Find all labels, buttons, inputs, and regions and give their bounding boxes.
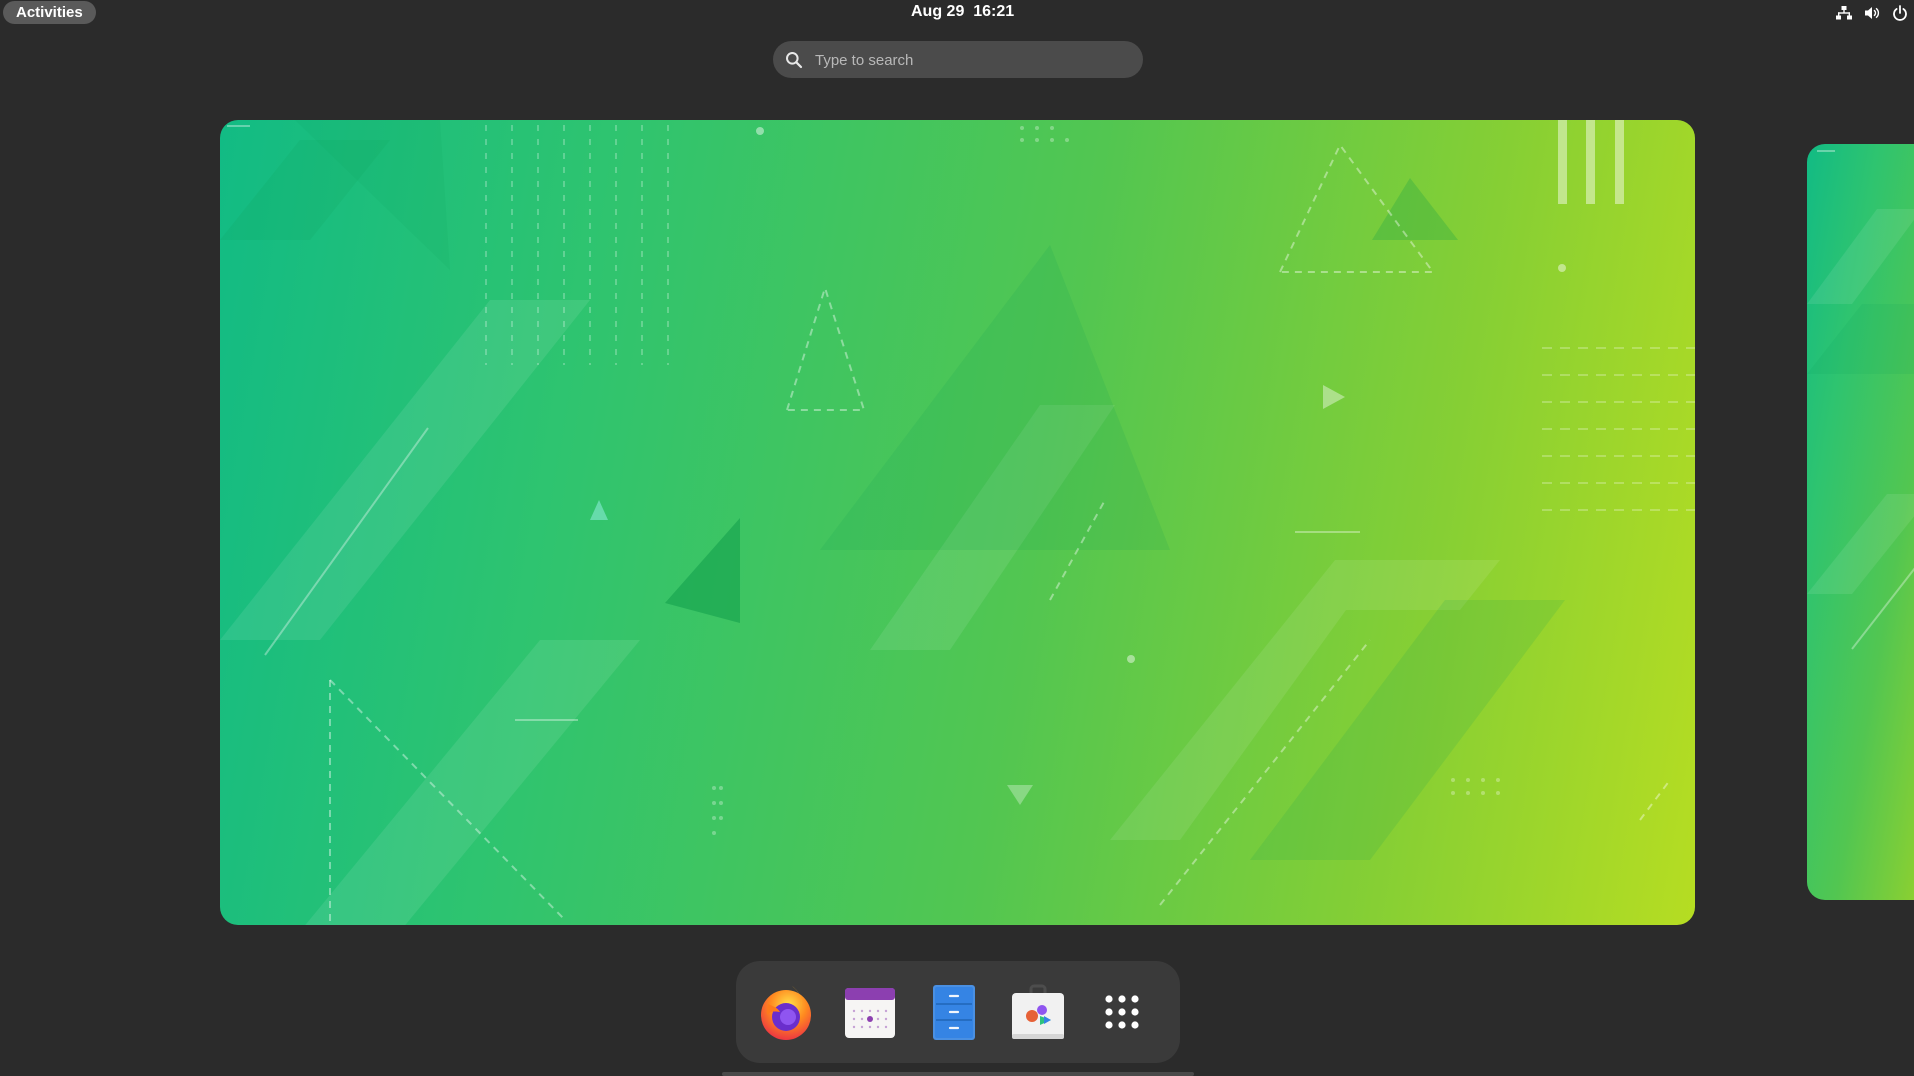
files-icon: [933, 985, 975, 1040]
software-icon: [1012, 984, 1064, 1039]
dash: [736, 961, 1180, 1063]
activities-button[interactable]: Activities: [3, 1, 96, 24]
clock[interactable]: Aug 29 16:21: [911, 2, 1014, 22]
dash-item-firefox[interactable]: [752, 978, 820, 1046]
show-applications-button[interactable]: [1088, 978, 1156, 1046]
workspace-thumbnail-next[interactable]: [1807, 144, 1914, 900]
dash-item-software[interactable]: [1004, 978, 1072, 1046]
workspace-thumbnail-active[interactable]: [220, 120, 1695, 925]
system-status-area[interactable]: [1836, 4, 1908, 22]
top-bar: Activities Aug 29 16:21: [0, 0, 1914, 26]
wallpaper-pattern: [220, 120, 1695, 925]
power-icon: [1892, 5, 1908, 21]
dash-scroll-indicator: [722, 1072, 1194, 1076]
search-input[interactable]: [813, 47, 1127, 74]
volume-icon: [1864, 5, 1880, 21]
app-grid-icon: [1105, 995, 1139, 1029]
dash-item-calendar[interactable]: [836, 978, 904, 1046]
search-icon: [785, 51, 803, 69]
dash-item-files[interactable]: [920, 978, 988, 1046]
search-entry[interactable]: [773, 41, 1143, 78]
calendar-icon: [845, 988, 895, 1038]
wallpaper-pattern: [1807, 150, 1914, 650]
firefox-icon: [761, 986, 811, 1040]
network-wired-icon: [1836, 5, 1852, 21]
